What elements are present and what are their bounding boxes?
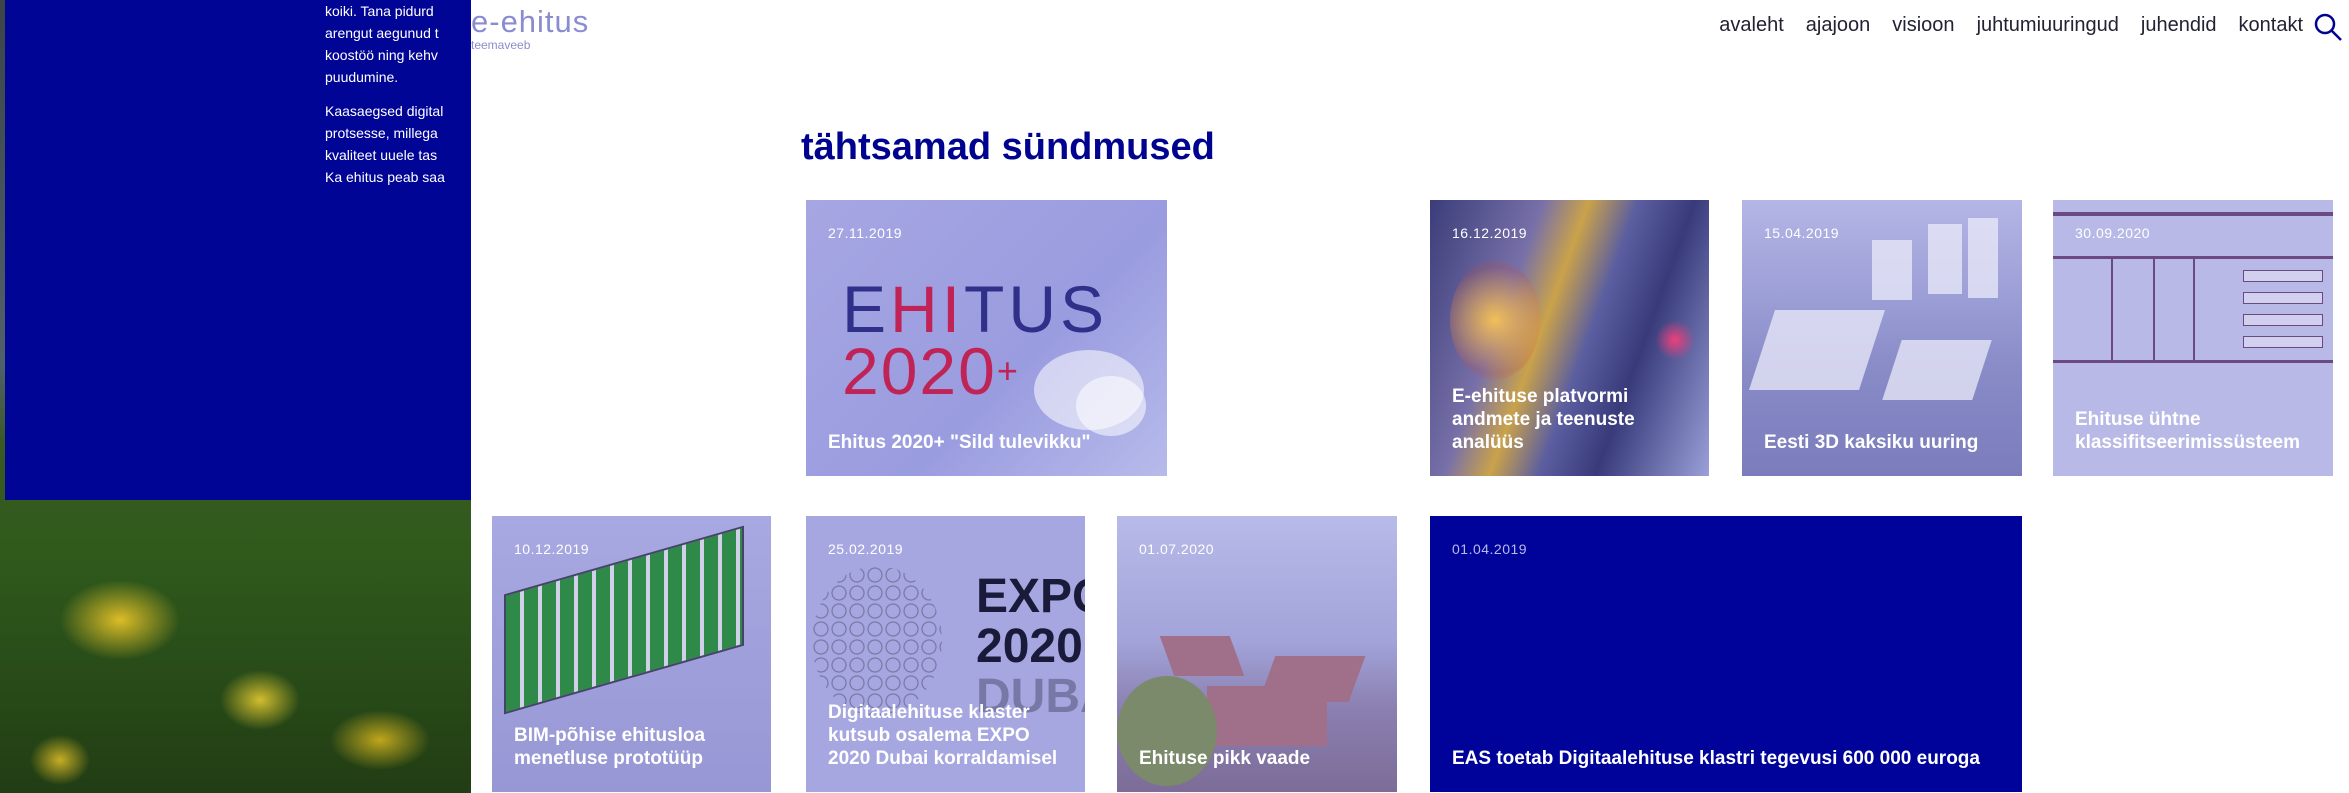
expo-line: EXPO	[976, 570, 1085, 623]
logo-subtitle: teemaveeb	[471, 38, 531, 52]
bg-line: koiki. Tana pidurd	[325, 3, 434, 19]
event-tile[interactable]: 16.12.2019 E-ehituse platvormi andmete j…	[1430, 200, 1709, 476]
logo-title: e-ehitus	[471, 4, 590, 39]
event-tile[interactable]: EHITUS 2020+ 27.11.2019 Ehitus 2020+ "Si…	[806, 200, 1167, 476]
logo-plus: +	[996, 350, 1020, 391]
expo-logo: EXPO 2020 DUBA	[976, 572, 1085, 722]
tile-date: 16.12.2019	[1452, 225, 1528, 241]
background-text: koiki. Tana pidurd arengut aegunud t koo…	[325, 0, 475, 230]
bg-line: koostöö ning kehv	[325, 47, 438, 63]
tile-date: 25.02.2019	[828, 541, 904, 557]
event-tile[interactable]: 15.04.2019 Eesti 3D kaksiku uuring	[1742, 200, 2022, 476]
ehitus-2020-logo: EHITUS 2020+	[842, 276, 1108, 404]
nav-ajajoon[interactable]: ajajoon	[1806, 14, 1871, 37]
tile-caption: Eesti 3D kaksiku uuring	[1764, 432, 1979, 453]
event-tile[interactable]: 10.12.2019 BIM-põhise ehitusloa menetlus…	[492, 516, 771, 792]
search-icon[interactable]	[2313, 12, 2343, 42]
event-tile[interactable]: EXPO 2020 DUBA 25.02.2019 Digitaalehitus…	[806, 516, 1085, 792]
tile-date: 30.09.2020	[2075, 225, 2151, 241]
tile-date: 01.07.2020	[1139, 541, 1215, 557]
tile-caption: Ehituse pikk vaade	[1139, 748, 1311, 769]
tile-caption: Ehitus 2020+ "Sild tulevikku"	[828, 432, 1091, 453]
nav-juhtumiuuringud[interactable]: juhtumiuuringud	[1977, 14, 2119, 37]
tile-date: 01.04.2019	[1452, 541, 1528, 557]
tile-caption: EAS toetab Digitaalehituse klastri tegev…	[1452, 748, 1980, 769]
tile-caption: E-ehituse platvormi andmete ja teenuste …	[1452, 386, 1635, 453]
nav-avaleht[interactable]: avaleht	[1719, 14, 1784, 37]
tile-date: 27.11.2019	[828, 225, 903, 241]
bg-line: Kaasaegsed digital	[325, 103, 444, 119]
tile-caption: Ehituse ühtne klassifitseerimissüsteem	[2075, 409, 2300, 453]
front-page: e-ehitus teemaveeb avaleht ajajoon visio…	[471, 0, 2349, 793]
tile-date: 15.04.2019	[1764, 225, 1840, 241]
main-nav: avaleht ajajoon visioon juhtumiuuringud …	[1719, 14, 2303, 37]
nav-visioon[interactable]: visioon	[1892, 14, 1954, 37]
tile-caption: Digitaalehituse klaster kutsub osalema E…	[828, 702, 1058, 769]
expo-line: 2020	[976, 620, 1083, 673]
tile-date: 10.12.2019	[514, 541, 590, 557]
event-tile[interactable]: 01.07.2020 Ehituse pikk vaade	[1117, 516, 1397, 792]
event-tile[interactable]: 30.09.2020 Ehituse ühtne klassifitseerim…	[2053, 200, 2333, 476]
section-title: tähtsamad sündmused	[801, 126, 1215, 168]
nav-kontakt[interactable]: kontakt	[2239, 14, 2303, 37]
bg-line: arengut aegunud t	[325, 25, 439, 41]
event-tile[interactable]: 01.04.2019 EAS toetab Digitaalehituse kl…	[1430, 516, 2022, 792]
site-logo[interactable]: e-ehitus teemaveeb	[471, 4, 589, 52]
bg-line: puudumine.	[325, 69, 399, 85]
logo-year: 2020	[842, 334, 997, 408]
bg-line: protsesse, millega	[325, 125, 438, 141]
bg-line: kvaliteet uuele tas	[325, 147, 438, 163]
tile-caption: BIM-põhise ehitusloa menetluse prototüüp	[514, 725, 706, 769]
bg-line: Ka ehitus peab saa	[325, 169, 445, 185]
nav-juhendid[interactable]: juhendid	[2141, 14, 2217, 37]
